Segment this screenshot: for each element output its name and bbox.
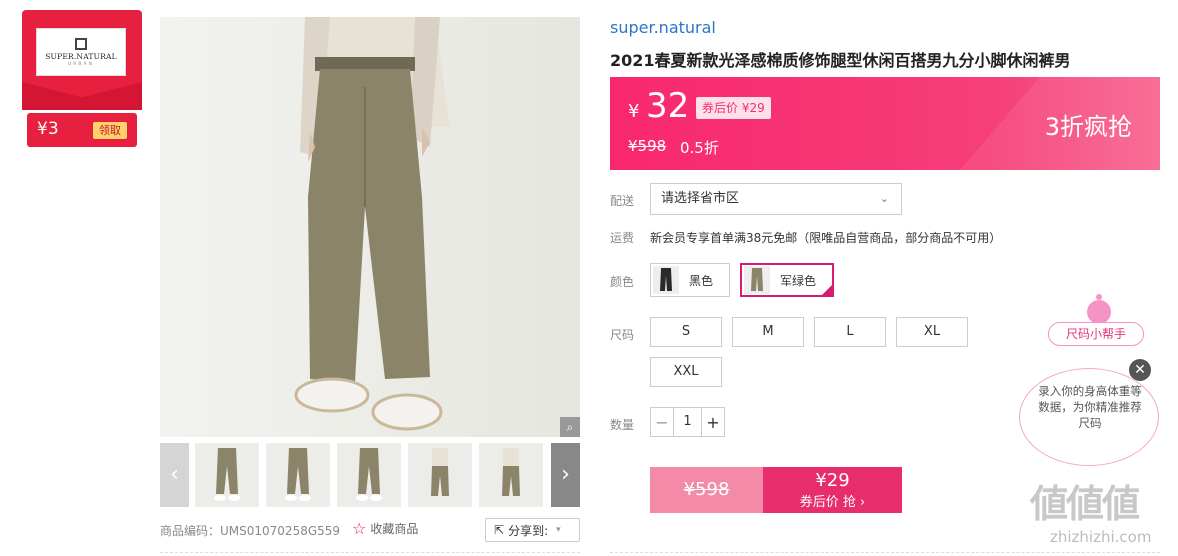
size-option-xxl[interactable]: XXL — [650, 357, 722, 387]
color-swatch — [744, 266, 770, 294]
size-option-xl[interactable]: XL — [896, 317, 968, 347]
selected-check-icon — [820, 283, 834, 297]
mascot-icon — [1087, 294, 1111, 324]
color-option-army-green[interactable]: 军绿色 — [740, 263, 834, 297]
color-swatch — [653, 266, 679, 294]
quantity-stepper: − 1 + — [650, 407, 725, 437]
share-button[interactable]: ⇱ 分享到: ▾ — [485, 518, 580, 542]
color-option-label: 黑色 — [689, 273, 714, 288]
shipping-info: 新会员专享首单满38元免邮（限唯品自营商品，部分商品不可用） — [650, 231, 1002, 245]
product-title: 2021春夏新款光泽感棉质修饰腿型休闲百搭男九分小脚休闲裤男 — [610, 51, 1071, 70]
brand-mark-icon — [75, 37, 87, 50]
thumbnail[interactable] — [337, 443, 401, 507]
magnifier-icon[interactable]: ⌕ — [560, 417, 580, 437]
thumbnail[interactable] — [479, 443, 543, 507]
buy-original-price[interactable]: ¥598 — [650, 467, 763, 513]
thumbnail-strip: ‹ › — [160, 443, 580, 507]
size-helper-text: 录入你的身高体重等数据，为你精准推荐尺码 — [1038, 384, 1142, 430]
original-price: ¥598 — [628, 137, 667, 155]
decrease-button[interactable]: − — [651, 413, 673, 432]
watermark-url: zhizhizhi.com — [1050, 528, 1152, 546]
price-panel: ¥ 32 券后价 ¥29 ¥598 0.5折 3折疯抢 — [610, 77, 1160, 170]
brand-logo: SUPER.NATURAL URBAN — [36, 28, 126, 76]
chevron-down-icon: ⌄ — [879, 192, 889, 205]
size-option-l[interactable]: L — [814, 317, 886, 347]
delivery-label: 配送 — [610, 194, 635, 208]
star-icon: ☆ — [352, 519, 367, 538]
claim-coupon-button[interactable]: 领取 — [93, 122, 127, 139]
discount-rate: 0.5折 — [680, 139, 719, 157]
currency-symbol: ¥ — [628, 101, 640, 122]
brand-link[interactable]: super.natural — [610, 18, 716, 37]
region-select[interactable]: 请选择省市区 ⌄ — [650, 183, 902, 215]
increase-button[interactable]: + — [702, 413, 724, 432]
thumbnail[interactable] — [195, 443, 259, 507]
product-sku: 商品编码：UMS01070258G559 — [160, 524, 341, 538]
buy-now-button[interactable]: ¥29 券后价 抢 › — [763, 467, 902, 513]
product-photo — [294, 17, 450, 431]
color-option-label: 军绿色 — [780, 273, 817, 288]
share-label: 分享到: — [508, 523, 549, 538]
region-select-value: 请选择省市区 — [661, 191, 740, 206]
thumbnail[interactable] — [266, 443, 330, 507]
thumbnail[interactable] — [408, 443, 472, 507]
brand-logo-subtext: URBAN — [68, 61, 94, 67]
watermark-logo: 値値値 — [1030, 482, 1140, 526]
close-icon[interactable]: ✕ — [1129, 359, 1151, 381]
color-option-black[interactable]: 黑色 — [650, 263, 730, 297]
favorite-button[interactable]: ☆ 收藏商品 — [352, 519, 418, 538]
main-product-image[interactable]: ⌕ — [160, 17, 580, 437]
size-option-s[interactable]: S — [650, 317, 722, 347]
chevron-right-icon[interactable]: › — [551, 443, 580, 507]
buy-price: ¥29 — [815, 470, 850, 491]
brand-logo-text: SUPER.NATURAL — [45, 51, 117, 61]
buy-action-label: 券后价 抢 › — [799, 495, 866, 510]
divider — [160, 552, 580, 553]
size-helper-button[interactable]: 尺码小帮手 — [1048, 322, 1144, 346]
brand-coupon-card[interactable]: SUPER.NATURAL URBAN — [22, 10, 142, 110]
chevron-left-icon[interactable]: ‹ — [160, 443, 189, 507]
size-helper-bubble: 录入你的身高体重等数据，为你精准推荐尺码 — [1019, 368, 1159, 466]
card-fold — [22, 82, 142, 110]
size-label: 尺码 — [610, 328, 635, 342]
current-price: 32 — [646, 86, 690, 126]
favorite-label: 收藏商品 — [370, 522, 419, 536]
coupon-price-badge: 券后价 ¥29 — [696, 97, 771, 119]
quantity-input[interactable]: 1 — [673, 408, 702, 436]
coupon-row: ¥3 领取 — [27, 113, 137, 147]
promo-label: 3折疯抢 — [1044, 113, 1132, 141]
coupon-amount: ¥3 — [37, 119, 59, 139]
share-icon: ⇱ — [494, 523, 505, 537]
size-option-m[interactable]: M — [732, 317, 804, 347]
caret-down-icon: ▾ — [556, 525, 561, 535]
quantity-label: 数量 — [610, 418, 635, 432]
color-label: 颜色 — [610, 275, 635, 289]
divider — [610, 552, 1160, 553]
shipping-label: 运费 — [610, 231, 635, 245]
